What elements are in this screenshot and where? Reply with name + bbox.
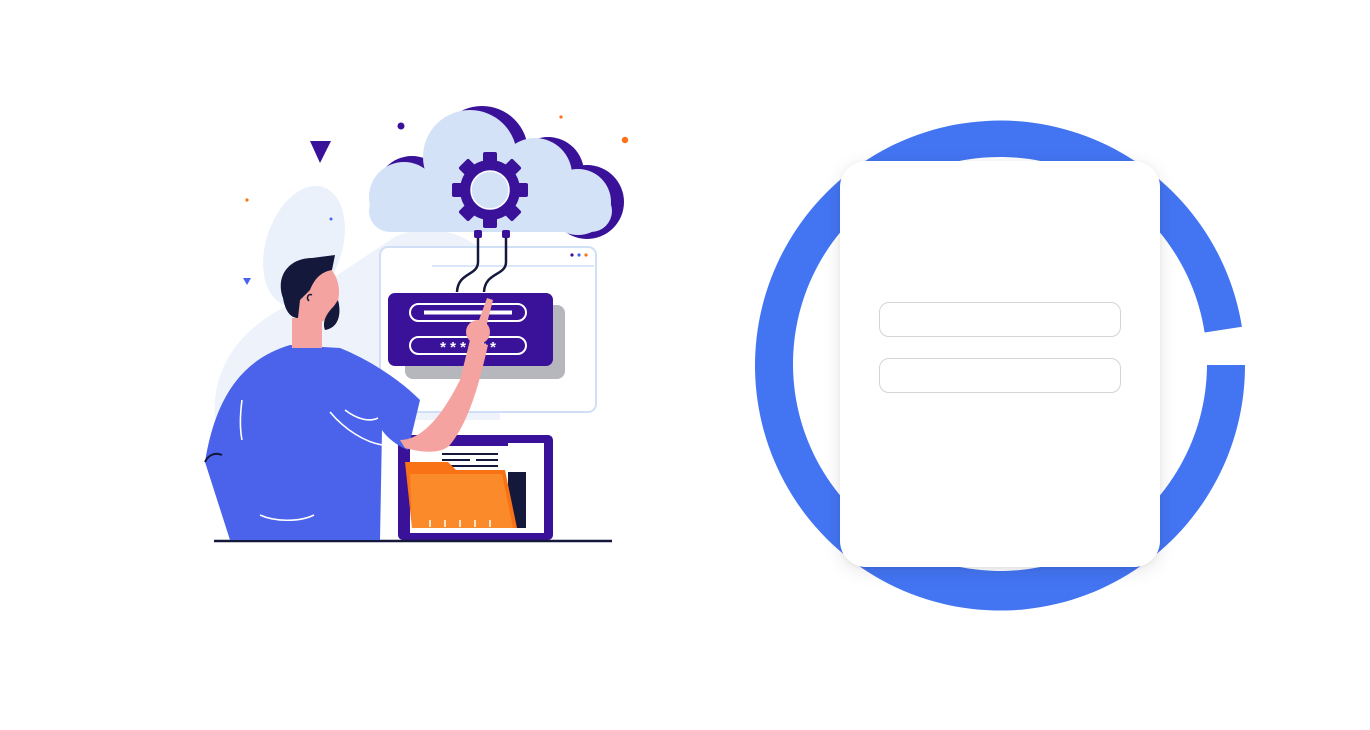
- login-card: [840, 161, 1160, 567]
- cloud-login-illustration: * * * * * *: [204, 106, 629, 543]
- password-input[interactable]: [879, 358, 1121, 393]
- login-page: * * * * * *: [0, 0, 1370, 730]
- username-input[interactable]: [879, 302, 1121, 337]
- confetti-triangle: [310, 141, 331, 163]
